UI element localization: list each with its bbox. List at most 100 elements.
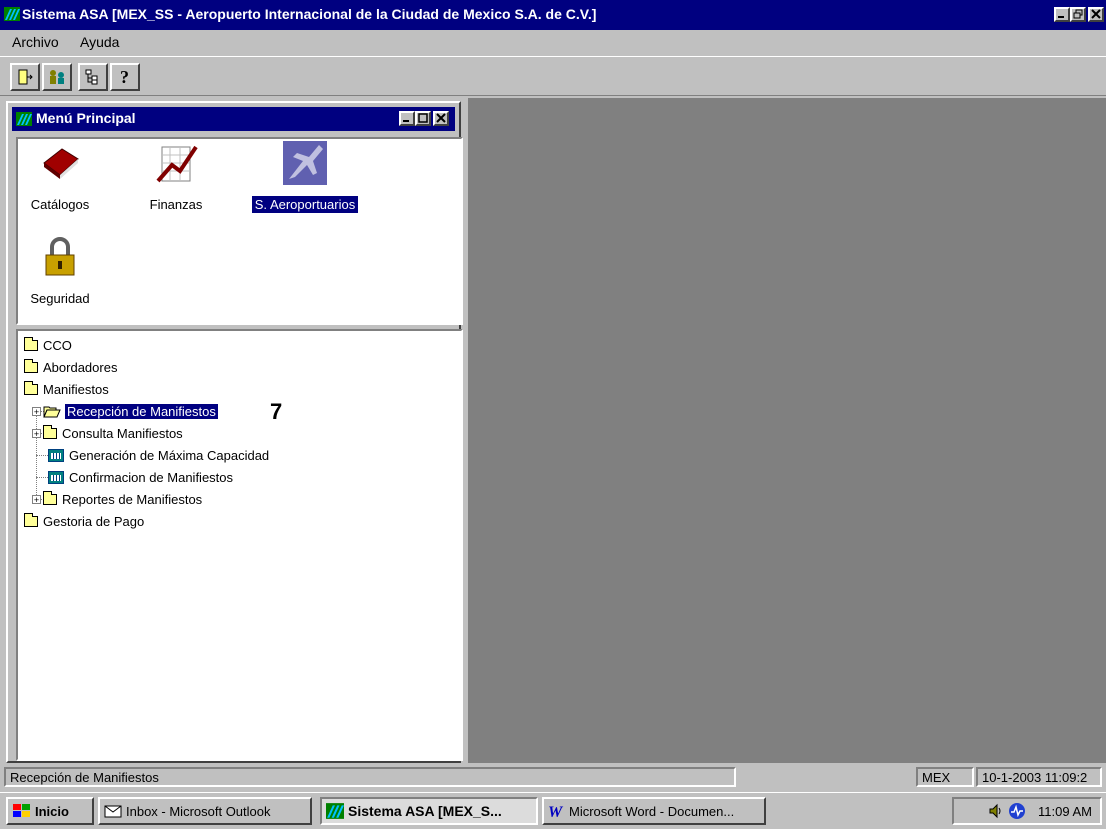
expand-icon[interactable]: + <box>32 428 41 438</box>
module-catalogos[interactable]: Catálogos <box>20 141 100 213</box>
module-finanzas[interactable]: Finanzas <box>136 141 216 213</box>
minimize-icon <box>403 120 409 122</box>
chart-icon <box>156 145 198 183</box>
status-message: Recepción de Manifiestos <box>4 767 736 787</box>
open-folder-icon <box>43 406 61 417</box>
module-label: S. Aeroportuarios <box>251 196 359 213</box>
minimize-button[interactable] <box>1054 7 1070 22</box>
tree-item-label: Manifiestos <box>43 381 109 397</box>
tree-item-recepcion-de-manifiestos[interactable]: + Recepción de Manifiestos <box>32 401 219 421</box>
child-close-button[interactable] <box>433 111 449 126</box>
status-bar: Recepción de Manifiestos MEX 10-1-2003 1… <box>0 765 1106 789</box>
expand-icon[interactable]: + <box>32 406 41 416</box>
exit-button[interactable] <box>10 63 40 91</box>
close-icon <box>1091 9 1101 19</box>
network-activity-icon[interactable] <box>1008 802 1026 820</box>
restore-icon <box>1073 9 1083 19</box>
folder-icon <box>24 512 38 527</box>
module-icon-panel: Catálogos Finanzas S. Aeroportuarios Seg… <box>16 137 463 325</box>
window-title: Sistema ASA [MEX_SS - Aeropuerto Interna… <box>22 6 597 22</box>
tree-item-label: Consulta Manifiestos <box>62 425 183 441</box>
book-icon <box>43 148 79 179</box>
tree-item-generacion-maxima-capacidad[interactable]: Generación de Máxima Capacidad <box>48 445 269 465</box>
tree-item-label: CCO <box>43 337 72 353</box>
restore-button[interactable] <box>1070 7 1086 22</box>
task-label: Microsoft Word - Documen... <box>569 803 735 819</box>
annotation-number: 7 <box>270 399 283 424</box>
folder-icon <box>24 358 38 373</box>
folder-icon <box>43 424 57 439</box>
tree-item-cco[interactable]: CCO <box>24 335 72 355</box>
menu-bar: Archivo Ayuda <box>0 30 1106 54</box>
windows-logo-icon <box>13 804 30 817</box>
tree-item-label: Gestoria de Pago <box>43 513 145 529</box>
speaker-icon[interactable] <box>988 803 1004 819</box>
tree-item-abordadores[interactable]: Abordadores <box>24 357 117 377</box>
form-grid-icon <box>48 448 64 462</box>
asa-logo-icon <box>4 7 20 21</box>
start-label: Inicio <box>35 803 69 819</box>
expand-icon[interactable]: + <box>32 494 41 504</box>
mdi-client-area <box>468 98 1106 763</box>
outlook-inbox-icon <box>104 805 122 818</box>
module-label: Finanzas <box>149 197 203 212</box>
users-button[interactable] <box>42 63 72 91</box>
tree-icon <box>85 69 98 85</box>
airplane-icon <box>283 141 327 185</box>
form-grid-icon <box>48 470 64 484</box>
menu-ayuda[interactable]: Ayuda <box>80 34 119 50</box>
start-button[interactable]: Inicio <box>6 797 94 825</box>
main-title-bar: Sistema ASA [MEX_SS - Aeropuerto Interna… <box>0 0 1106 30</box>
status-datetime: 10-1-2003 11:09:2 <box>976 767 1102 787</box>
tray-clock: 11:09 AM <box>1038 803 1092 819</box>
svg-text:?: ? <box>120 67 129 87</box>
task-label: Sistema ASA [MEX_S... <box>348 803 502 819</box>
help-button[interactable]: ? <box>110 63 140 91</box>
tree-item-gestoria-de-pago[interactable]: Gestoria de Pago <box>24 511 144 531</box>
tree-item-manifiestos[interactable]: Manifiestos <box>24 379 109 399</box>
child-minimize-button[interactable] <box>399 111 415 126</box>
help-icon: ? <box>120 67 129 87</box>
word-icon: W <box>548 804 564 819</box>
toolbar: ? <box>0 56 1106 96</box>
tree-item-label: Recepción de Manifiestos <box>64 402 219 420</box>
task-outlook[interactable]: Inbox - Microsoft Outlook <box>98 797 312 825</box>
svg-text:W: W <box>548 804 564 819</box>
exit-icon <box>18 69 33 85</box>
tree-item-reportes-de-manifiestos[interactable]: + Reportes de Manifiestos <box>32 489 202 509</box>
users-icon <box>50 70 64 84</box>
module-tree-view: CCO Abordadores Manifiestos + Recepción … <box>16 329 463 761</box>
close-button[interactable] <box>1088 7 1104 22</box>
task-sistema-asa[interactable]: Sistema ASA [MEX_S... <box>320 797 538 825</box>
module-label: Seguridad <box>30 291 90 306</box>
tree-item-label: Reportes de Manifiestos <box>62 491 203 507</box>
tree-item-label: Generación de Máxima Capacidad <box>69 447 270 463</box>
child-title-bar[interactable]: Menú Principal <box>12 107 455 131</box>
tree-item-label: Abordadores <box>43 359 118 375</box>
module-s-aeroportuarios[interactable]: S. Aeroportuarios <box>240 141 370 213</box>
task-word[interactable]: W Microsoft Word - Documen... <box>542 797 766 825</box>
maximize-icon <box>418 113 428 123</box>
status-location: MEX <box>916 767 974 787</box>
child-maximize-button[interactable] <box>415 111 431 126</box>
tree-view-button[interactable] <box>78 63 108 91</box>
asa-logo-icon <box>326 803 344 819</box>
tree-item-consulta-manifiestos[interactable]: + Consulta Manifiestos <box>32 423 183 443</box>
child-window-title: Menú Principal <box>36 110 136 126</box>
module-label: Catálogos <box>30 197 90 212</box>
padlock-icon <box>45 237 75 276</box>
module-seguridad[interactable]: Seguridad <box>20 235 100 307</box>
system-tray: 11:09 AM <box>952 797 1102 825</box>
close-icon <box>436 113 446 123</box>
menu-principal-window: Menú Principal Catálogos Finanzas S. Aer… <box>6 101 463 763</box>
folder-icon <box>24 336 38 351</box>
taskbar: Inicio Inbox - Microsoft Outlook Sistema… <box>0 792 1106 829</box>
tree-item-label: Confirmacion de Manifiestos <box>69 469 234 485</box>
tree-item-confirmacion-de-manifiestos[interactable]: Confirmacion de Manifiestos <box>48 467 233 487</box>
minimize-icon <box>1058 16 1064 18</box>
folder-icon <box>43 490 57 505</box>
menu-archivo[interactable]: Archivo <box>12 34 59 50</box>
folder-icon <box>24 380 38 395</box>
asa-logo-icon <box>16 112 32 126</box>
task-label: Inbox - Microsoft Outlook <box>126 803 271 819</box>
